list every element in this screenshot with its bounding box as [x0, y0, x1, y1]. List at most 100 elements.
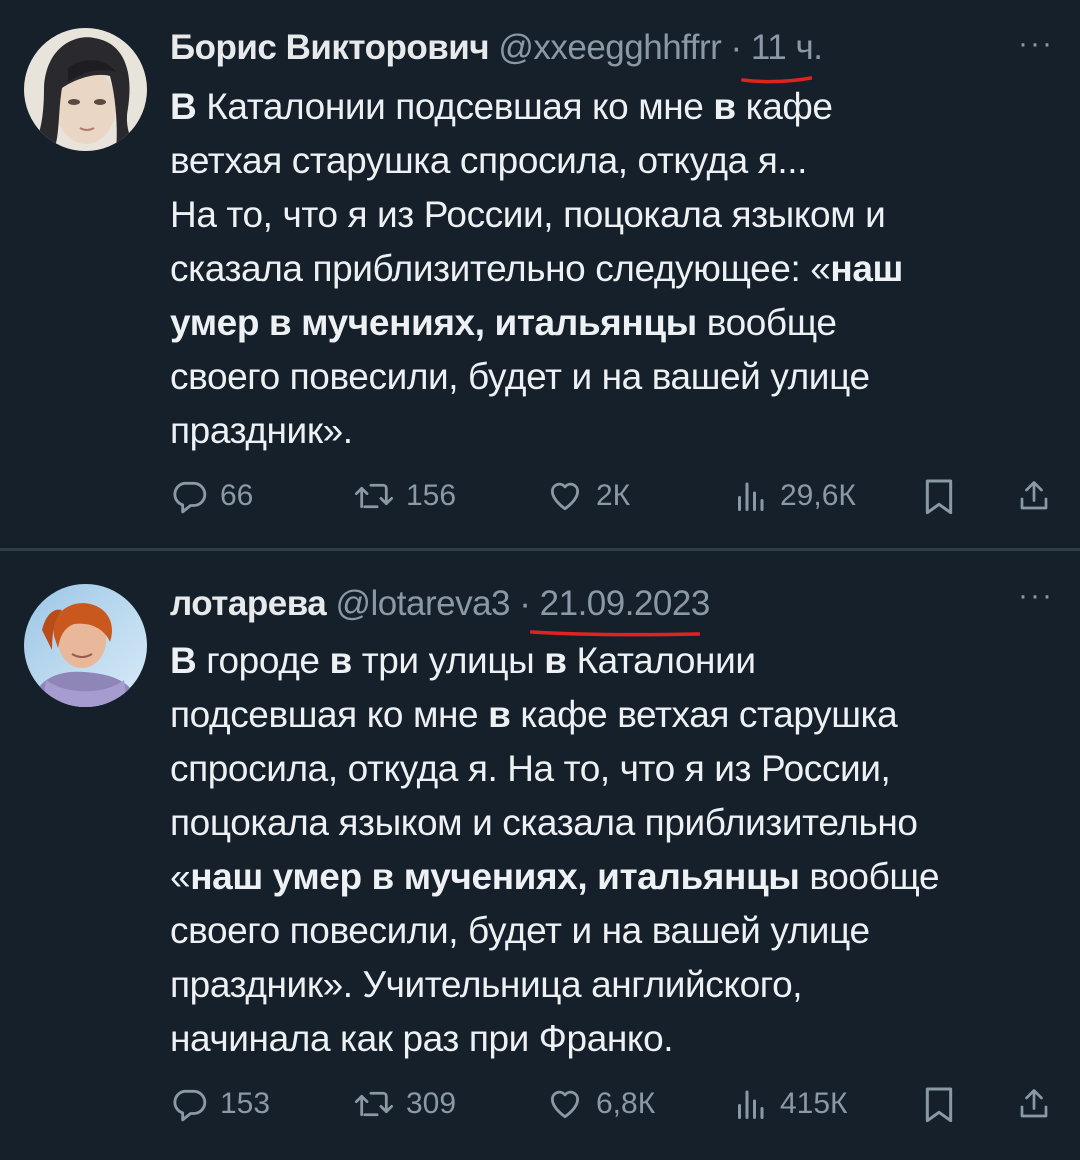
reply-count: 66 [220, 479, 254, 512]
avatar[interactable] [24, 28, 147, 151]
avatar[interactable] [24, 584, 147, 707]
avatar-image [24, 28, 147, 151]
retweet-count: 156 [406, 479, 457, 512]
avatar-image [24, 584, 147, 707]
tweet-text-line: ветхая старушка спросила, откуда я... [170, 134, 1060, 188]
text-segment: начинала как раз при Франко. [170, 1018, 674, 1059]
retweet-icon [354, 483, 394, 509]
reply-icon [173, 1089, 207, 1122]
text-segment: своего повесили, будет и на вашей улице [170, 356, 870, 397]
views-count: 415К [780, 1087, 848, 1120]
text-segment: городе [196, 640, 330, 681]
text-segment: На то, что я из России, поцокала языком … [170, 194, 886, 235]
bookmark-icon [925, 479, 953, 515]
tweet-text-line: спросила, откуда я. На то, что я из Росс… [170, 742, 1060, 796]
separator-dot: · [519, 584, 531, 623]
tweet-text-line: праздник». Учительница английского, [170, 958, 1060, 1012]
bold-text: умер в мучениях, итальянцы [170, 302, 697, 343]
retweet-button[interactable]: 156 [354, 474, 456, 518]
bookmark-icon [925, 1087, 953, 1123]
tweet-header: лотарева @lotareva3 · 21.09.2023 [170, 580, 711, 637]
reply-icon [173, 481, 207, 514]
share-button[interactable] [1016, 474, 1052, 518]
divider [0, 548, 1080, 551]
retweet-button[interactable]: 309 [354, 1082, 456, 1126]
like-icon [550, 1090, 580, 1119]
tweet-text-line: начинала как раз при Франко. [170, 1012, 1060, 1066]
text-segment: кафе [735, 86, 833, 127]
author-name[interactable]: лотарева [170, 584, 327, 623]
bold-text: в [488, 694, 511, 735]
like-icon [550, 482, 580, 511]
bold-text: В [170, 640, 197, 681]
tweet-text-line: умер в мучениях, итальянцы вообще [170, 296, 1060, 350]
text-segment: Каталонии [566, 640, 756, 681]
tweet-header: Борис Викторович @xxeegghhffrr · 11 ч. [170, 24, 823, 84]
tweet-text: В городе в три улицы в Каталонии подсевша… [170, 634, 1060, 1066]
tweet-text-line: праздник». [170, 404, 1060, 458]
tweet-text-line: В Каталонии подсевшая ко мне в кафе [170, 80, 1060, 134]
tweet-text: В Каталонии подсевшая ко мне в кафе ветха… [170, 80, 1060, 458]
text-segment: кафе ветхая старушка [510, 694, 898, 735]
separator-dot: · [730, 28, 743, 67]
timestamp-text: 21.09.2023 [539, 584, 711, 623]
text-segment: поцокала языком и сказала приблизительно [170, 802, 918, 843]
text-segment: подсевшая ко мне [170, 694, 489, 735]
views-icon [738, 1090, 764, 1119]
bookmark-button[interactable] [922, 1082, 956, 1126]
text-segment: ветхая старушка спросила, откуда я... [170, 140, 808, 181]
bold-text: наш [830, 248, 903, 289]
bookmark-button[interactable] [922, 474, 956, 518]
like-count: 2К [596, 479, 631, 512]
retweet-count: 309 [406, 1087, 457, 1120]
text-segment: спросила, откуда я. На то, что я из Росс… [170, 748, 891, 789]
tweet-actions: 66 156 2К 29,6К [170, 474, 1060, 518]
reply-button[interactable]: 153 [170, 1082, 270, 1126]
text-segment: праздник». Учительница английского, [170, 964, 803, 1005]
tweet-text-line: поцокала языком и сказала приблизительно [170, 796, 1060, 850]
timestamp[interactable]: 11 ч. [741, 24, 823, 84]
like-button[interactable]: 6,8К [546, 1082, 655, 1126]
tweet-text-line: подсевшая ко мне в кафе ветхая старушка [170, 688, 1060, 742]
author-handle[interactable]: @lotareva3 [336, 584, 511, 623]
reply-button[interactable]: 66 [170, 474, 253, 518]
text-segment: « [170, 856, 191, 897]
reply-count: 153 [220, 1087, 271, 1120]
tweet[interactable]: лотарева @lotareva3 · 21.09.2023 ··· В г… [0, 552, 1080, 1160]
like-count: 6,8К [596, 1087, 656, 1120]
bold-text: в [329, 640, 352, 681]
author-name[interactable]: Борис Викторович [170, 28, 490, 67]
share-icon [1020, 1089, 1048, 1118]
bold-text: в [544, 640, 567, 681]
bold-text: в [713, 86, 736, 127]
timestamp-text: 11 ч. [750, 28, 823, 67]
views-icon [738, 482, 764, 511]
views-button[interactable]: 415К [732, 1082, 848, 1126]
tweet-text-line: своего повесили, будет и на вашей улице [170, 350, 1060, 404]
text-segment: три улицы [351, 640, 545, 681]
tweet[interactable]: Борис Викторович @xxeegghhffrr · 11 ч. ·… [0, 0, 1080, 548]
tweet-actions: 153 309 6,8К 415К [170, 1082, 1060, 1126]
tweet-text-line: сказала приблизительно следующее: «наш [170, 242, 1060, 296]
share-icon [1020, 481, 1048, 510]
text-segment: сказала приблизительно следующее: « [170, 248, 831, 289]
tweet-text-line: своего повесили, будет и на вашей улице [170, 904, 1060, 958]
tweet-text-line: На то, что я из России, поцокала языком … [170, 188, 1060, 242]
text-segment: праздник». [170, 410, 353, 451]
like-button[interactable]: 2К [546, 474, 630, 518]
author-handle[interactable]: @xxeegghhffrr [498, 28, 721, 67]
views-count: 29,6К [780, 479, 856, 512]
tweet-text-line: «наш умер в мучениях, итальянцы вообще [170, 850, 1060, 904]
tweet-text-line: В городе в три улицы в Каталонии [170, 634, 1060, 688]
text-segment: вообще [799, 856, 940, 897]
more-icon[interactable]: ··· [1018, 24, 1054, 64]
bold-text: наш умер в мучениях, итальянцы [190, 856, 800, 897]
text-segment: своего повесили, будет и на вашей улице [170, 910, 870, 951]
share-button[interactable] [1016, 1082, 1052, 1126]
text-segment: вообще [696, 302, 837, 343]
more-icon[interactable]: ··· [1018, 576, 1054, 616]
timestamp[interactable]: 21.09.2023 [529, 580, 711, 637]
bold-text: В [170, 86, 197, 127]
views-button[interactable]: 29,6К [732, 474, 856, 518]
retweet-icon [354, 1091, 394, 1117]
